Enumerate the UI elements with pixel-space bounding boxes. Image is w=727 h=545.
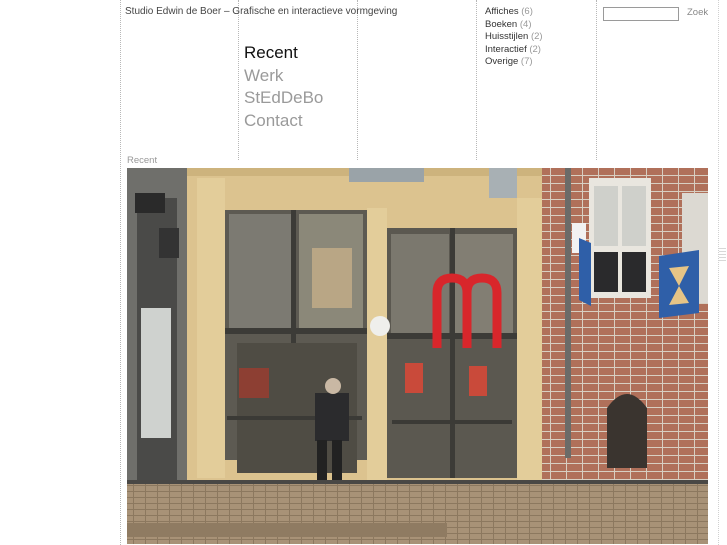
category-item-boeken[interactable]: Boeken (4)	[485, 19, 543, 32]
main-nav: Recent Werk StEdDeBo Contact	[244, 42, 323, 132]
category-list: Affiches (6) Boeken (4) Huisstijlen (2) …	[485, 6, 543, 69]
column-guide-line	[120, 0, 121, 545]
category-item-overige[interactable]: Overige (7)	[485, 56, 543, 69]
featured-photo[interactable]	[127, 168, 708, 544]
scrollbar-track	[718, 0, 719, 545]
category-label: Interactief	[485, 43, 527, 55]
scrollbar-grip[interactable]	[719, 248, 726, 262]
column-guide-line	[596, 0, 597, 160]
section-label: Recent	[127, 155, 158, 166]
category-item-interactief[interactable]: Interactief (2)	[485, 44, 543, 57]
category-item-huisstijlen[interactable]: Huisstijlen (2)	[485, 31, 543, 44]
column-guide-line	[357, 0, 358, 160]
category-label: Boeken	[485, 18, 518, 30]
category-label: Overige	[485, 56, 519, 68]
site-title: Studio Edwin de Boer – Grafische en inte…	[125, 6, 398, 17]
nav-item-werk[interactable]: Werk	[244, 65, 323, 88]
search-input[interactable]	[603, 7, 679, 21]
nav-item-steddebo[interactable]: StEdDeBo	[244, 87, 323, 110]
category-count: (2)	[529, 43, 541, 55]
nav-item-recent[interactable]: Recent	[244, 42, 323, 65]
category-item-affiches[interactable]: Affiches (6)	[485, 6, 543, 19]
column-guide-line	[238, 0, 239, 160]
category-label: Huisstijlen	[485, 31, 529, 43]
column-guide-line	[476, 0, 477, 160]
search-button[interactable]: Zoek	[687, 7, 708, 18]
category-count: (7)	[520, 56, 533, 68]
category-count: (2)	[530, 31, 543, 43]
category-label: Affiches	[485, 6, 519, 17]
nav-item-contact[interactable]: Contact	[244, 110, 323, 133]
category-count: (4)	[519, 18, 532, 30]
category-count: (6)	[521, 6, 533, 17]
